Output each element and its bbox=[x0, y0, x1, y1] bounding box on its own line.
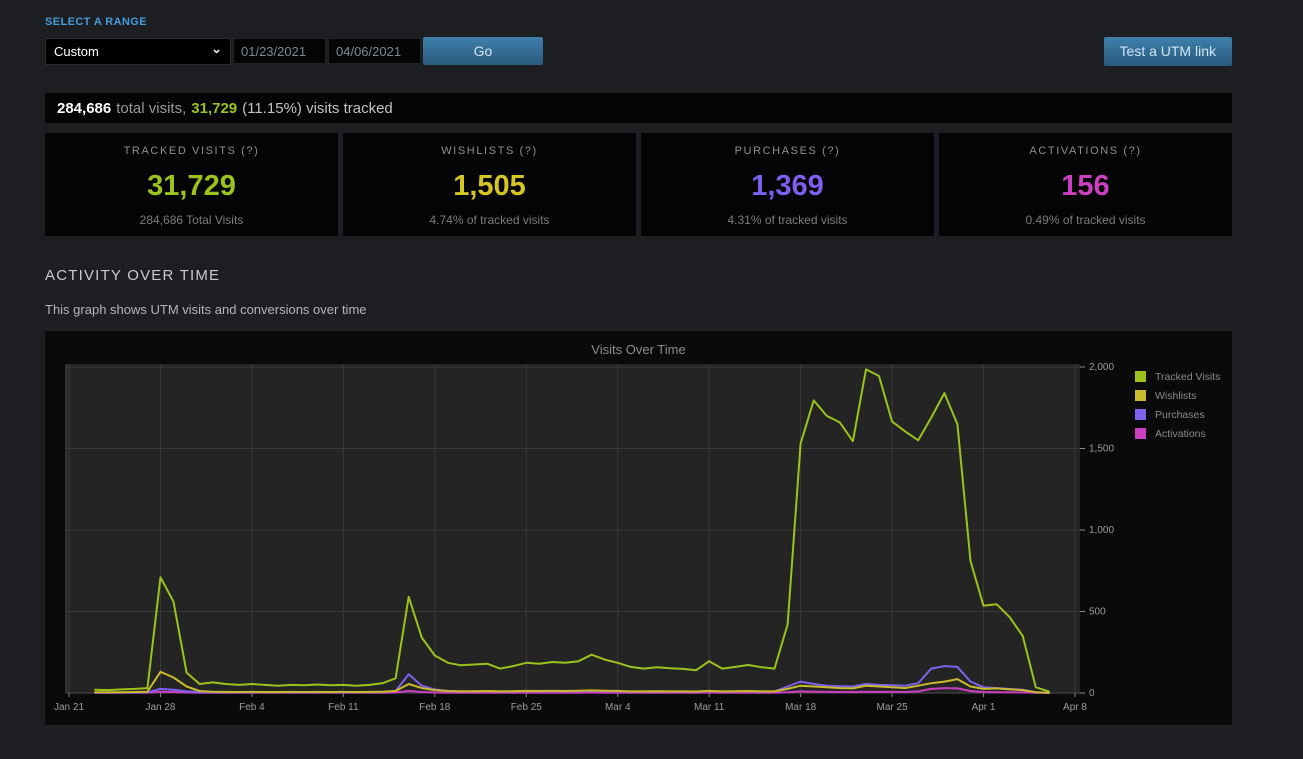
svg-text:Mar 25: Mar 25 bbox=[877, 702, 909, 713]
chart-title: Visits Over Time bbox=[45, 342, 1232, 357]
svg-text:1,000: 1,000 bbox=[1089, 525, 1114, 536]
go-button[interactable]: Go bbox=[423, 37, 543, 65]
legend-item-purchases: Purchases bbox=[1135, 405, 1220, 424]
activity-description: This graph shows UTM visits and conversi… bbox=[45, 302, 1232, 317]
select-range-label: SELECT A RANGE bbox=[45, 16, 1232, 28]
legend-item-tracked-visits: Tracked Visits bbox=[1135, 367, 1220, 386]
stat-card-value: 1,505 bbox=[343, 170, 636, 203]
total-visits-suffix: total visits, bbox=[116, 100, 186, 117]
chevron-down-icon: ⌄ bbox=[211, 41, 222, 57]
stat-card-caption: 0.49% of tracked visits bbox=[939, 213, 1232, 227]
stat-card-value: 156 bbox=[939, 170, 1232, 203]
svg-text:Jan 21: Jan 21 bbox=[54, 702, 84, 713]
stat-card-label: ACTIVATIONS (?) bbox=[939, 145, 1232, 157]
visits-over-time-chart: Jan 21 Jan 28 Feb 4 Feb 11 Feb 18 Feb 25 Mar 4… bbox=[45, 331, 1232, 725]
svg-text:Mar 4: Mar 4 bbox=[605, 702, 631, 713]
svg-text:Mar 18: Mar 18 bbox=[785, 702, 817, 713]
legend-swatch bbox=[1135, 428, 1146, 439]
stat-card-activations: ACTIVATIONS (?) 156 0.49% of tracked vis… bbox=[939, 133, 1232, 236]
stat-card-caption: 4.31% of tracked visits bbox=[641, 213, 934, 227]
svg-text:1,500: 1,500 bbox=[1089, 444, 1114, 455]
svg-text:Apr 8: Apr 8 bbox=[1063, 702, 1087, 713]
range-controls: Custom ⌄ Go Test a UTM link bbox=[45, 37, 1232, 65]
stat-card-label: WISHLISTS (?) bbox=[343, 145, 636, 157]
stat-card-value: 1,369 bbox=[641, 170, 934, 203]
svg-text:0: 0 bbox=[1089, 688, 1095, 699]
legend-swatch bbox=[1135, 390, 1146, 401]
legend-item-wishlists: Wishlists bbox=[1135, 386, 1220, 405]
stat-card-purchases: PURCHASES (?) 1,369 4.31% of tracked vis… bbox=[641, 133, 934, 236]
svg-text:Feb 25: Feb 25 bbox=[511, 702, 543, 713]
svg-text:Feb 4: Feb 4 bbox=[239, 702, 265, 713]
total-visits-value: 284,686 bbox=[57, 100, 111, 117]
range-dropdown-value: Custom bbox=[54, 44, 99, 59]
svg-text:Apr 1: Apr 1 bbox=[972, 702, 996, 713]
activity-over-time-heading: ACTIVITY OVER TIME bbox=[45, 267, 1232, 284]
chart-legend: Tracked Visits Wishlists Purchases Activati… bbox=[1135, 367, 1220, 443]
svg-text:Jan 28: Jan 28 bbox=[145, 702, 175, 713]
legend-label: Wishlists bbox=[1155, 390, 1196, 402]
stat-card-label: TRACKED VISITS (?) bbox=[45, 145, 338, 157]
legend-label: Activations bbox=[1155, 428, 1206, 440]
stat-card-tracked-visits: TRACKED VISITS (?) 31,729 284,686 Total … bbox=[45, 133, 338, 236]
stats-cards: TRACKED VISITS (?) 31,729 284,686 Total … bbox=[45, 133, 1232, 236]
svg-text:500: 500 bbox=[1089, 607, 1106, 618]
stat-card-value: 31,729 bbox=[45, 170, 338, 203]
visits-chart-svg: Jan 21 Jan 28 Feb 4 Feb 11 Feb 18 Feb 25 Mar 4… bbox=[45, 331, 1232, 725]
legend-label: Purchases bbox=[1155, 409, 1205, 421]
stat-card-caption: 4.74% of tracked visits bbox=[343, 213, 636, 227]
utm-analytics-page: SELECT A RANGE Custom ⌄ Go Test a UTM li… bbox=[0, 0, 1303, 759]
stat-card-label: PURCHASES (?) bbox=[641, 145, 934, 157]
svg-text:Feb 11: Feb 11 bbox=[328, 702, 359, 713]
legend-label: Tracked Visits bbox=[1155, 371, 1220, 383]
legend-swatch bbox=[1135, 371, 1146, 382]
stat-card-caption: 284,686 Total Visits bbox=[45, 213, 338, 227]
test-utm-link-button[interactable]: Test a UTM link bbox=[1104, 37, 1232, 66]
tracked-visits-value: 31,729 bbox=[191, 100, 237, 117]
legend-item-activations: Activations bbox=[1135, 424, 1220, 443]
range-dropdown[interactable]: Custom ⌄ bbox=[45, 38, 231, 65]
date-from-input[interactable] bbox=[233, 38, 326, 64]
svg-text:Feb 18: Feb 18 bbox=[419, 702, 451, 713]
tracked-visits-suffix: (11.15%) visits tracked bbox=[242, 100, 393, 117]
date-to-input[interactable] bbox=[328, 38, 421, 64]
summary-bar: 284,686 total visits, 31,729 (11.15%) vi… bbox=[45, 93, 1232, 123]
svg-text:2,000: 2,000 bbox=[1089, 362, 1114, 373]
legend-swatch bbox=[1135, 409, 1146, 420]
svg-text:Mar 11: Mar 11 bbox=[694, 702, 725, 713]
stat-card-wishlists: WISHLISTS (?) 1,505 4.74% of tracked vis… bbox=[343, 133, 636, 236]
